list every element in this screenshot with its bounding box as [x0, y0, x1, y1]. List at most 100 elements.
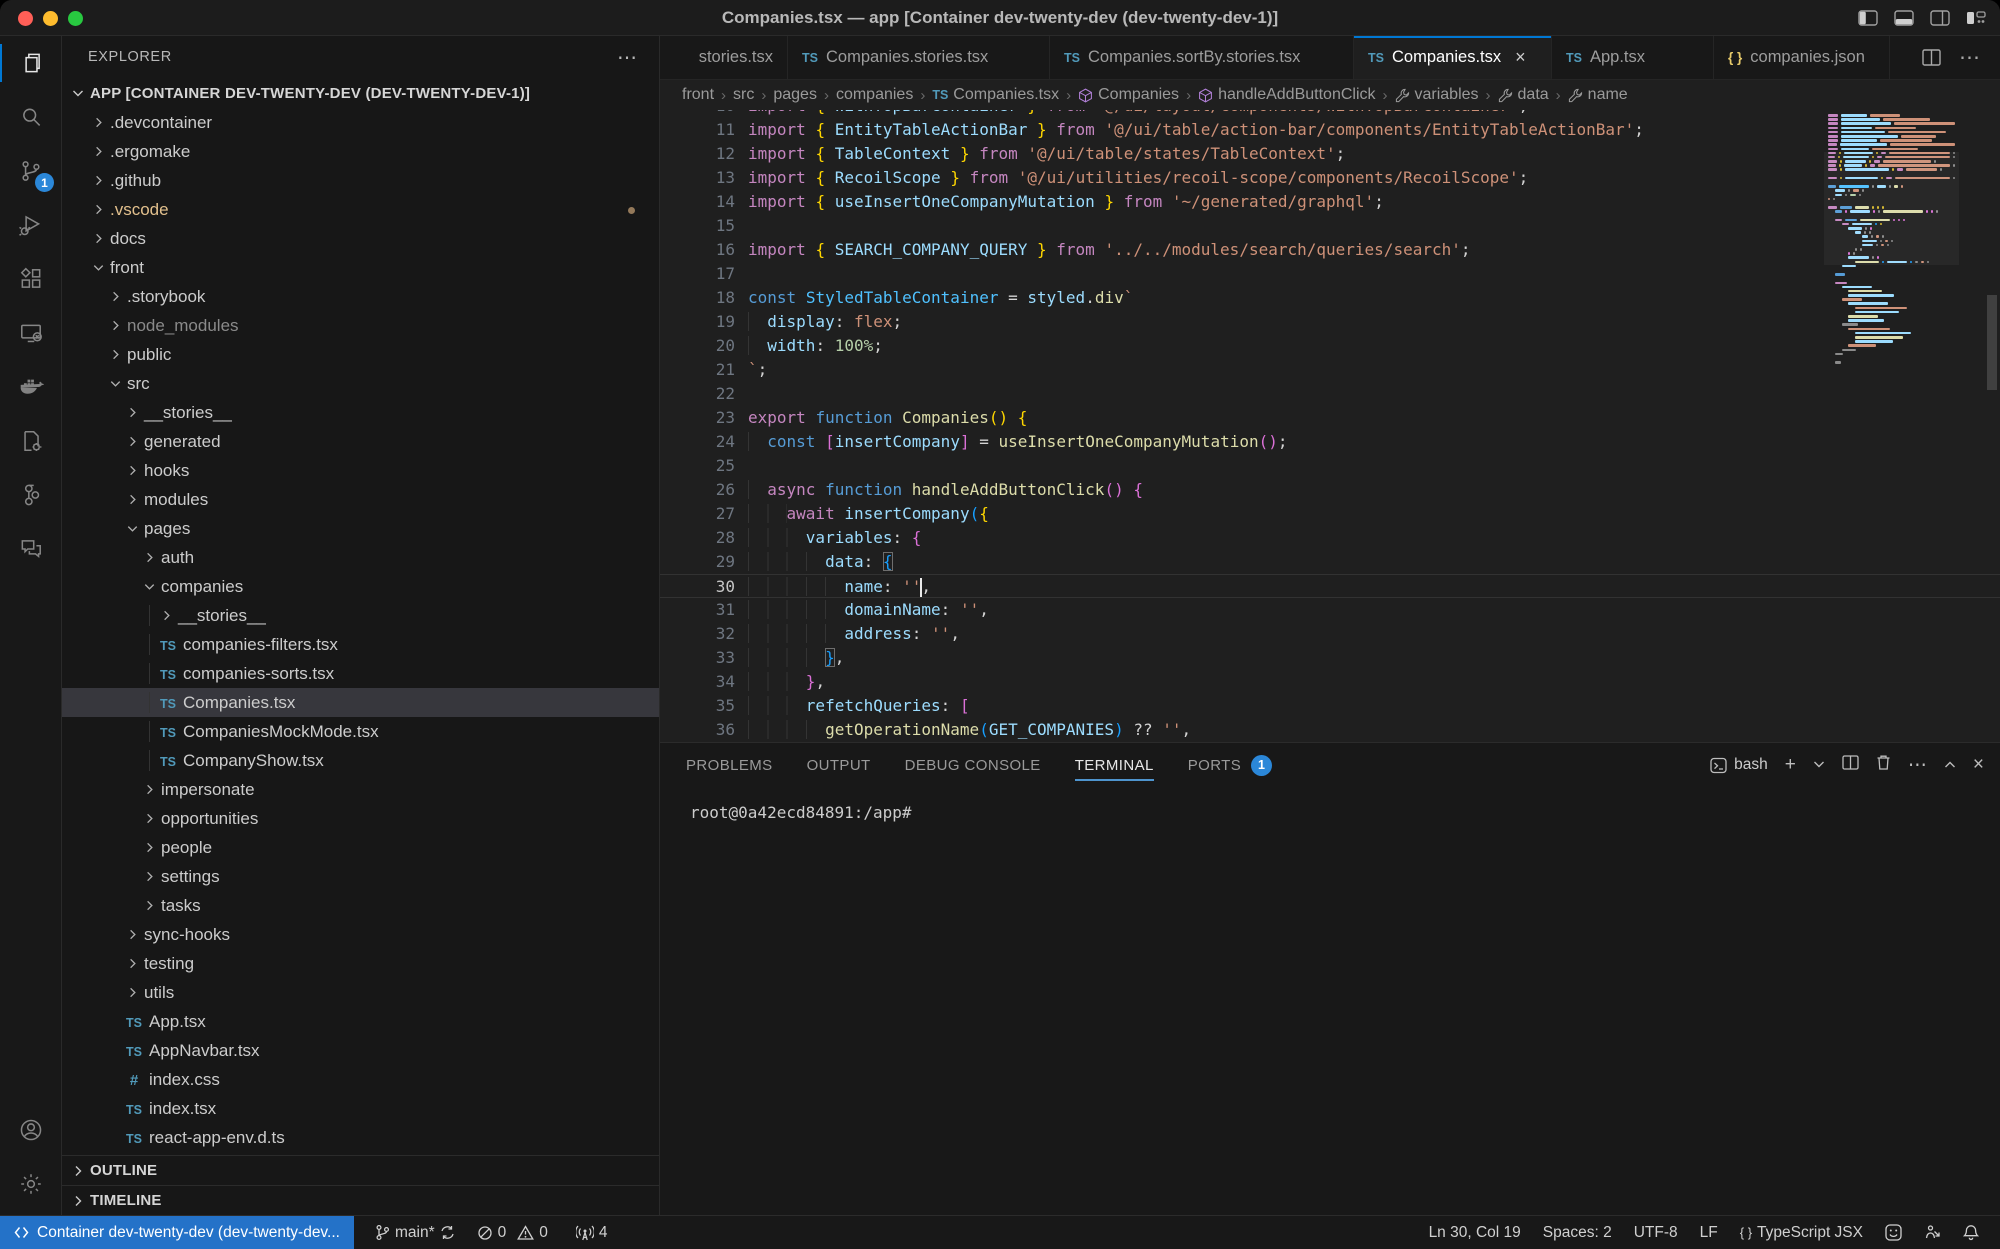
tree-folder-companies[interactable]: companies: [62, 572, 659, 601]
code-line-18[interactable]: 18const StyledTableContainer = styled.di…: [660, 286, 2000, 310]
language-mode[interactable]: { }TypeScript JSX: [1729, 1224, 1874, 1242]
toggle-panel-icon[interactable]: [1894, 10, 1914, 26]
code-line-22[interactable]: 22: [660, 382, 2000, 406]
kill-terminal-icon[interactable]: [1876, 754, 1891, 776]
eol-sequence[interactable]: LF: [1689, 1224, 1729, 1242]
tab-companies-sortby-stories-tsx[interactable]: TSCompanies.sortBy.stories.tsx: [1050, 36, 1354, 79]
feedback-smiley-icon[interactable]: [1874, 1224, 1913, 1241]
comments-icon[interactable]: [0, 522, 62, 576]
source-control-icon[interactable]: 1: [0, 144, 62, 198]
ports-status[interactable]: 4: [565, 1216, 619, 1249]
tree-file-companiesmockmode-tsx[interactable]: TSCompaniesMockMode.tsx: [62, 717, 659, 746]
breadcrumb-item-pages[interactable]: pages: [773, 86, 817, 104]
tree-file-appnavbar-tsx[interactable]: TSAppNavbar.tsx: [62, 1036, 659, 1065]
code-line-36[interactable]: 36 getOperationName(GET_COMPANIES) ?? ''…: [660, 718, 2000, 742]
tree-folder-utils[interactable]: utils: [62, 978, 659, 1007]
code-line-12[interactable]: 12import { TableContext } from '@/ui/tab…: [660, 142, 2000, 166]
split-terminal-icon[interactable]: [1842, 755, 1859, 775]
tree-folder-pages[interactable]: pages: [62, 514, 659, 543]
minimize-window-button[interactable]: [43, 11, 58, 26]
settings-gear-icon[interactable]: [0, 1157, 62, 1211]
tree-file-companyshow-tsx[interactable]: TSCompanyShow.tsx: [62, 746, 659, 775]
tree-folder-generated[interactable]: generated: [62, 427, 659, 456]
file-gear-icon[interactable]: [0, 414, 62, 468]
code-line-31[interactable]: 31 domainName: '',: [660, 598, 2000, 622]
minimap[interactable]: [1828, 114, 1955, 369]
code-line-11[interactable]: 11import { EntityTableActionBar } from '…: [660, 118, 2000, 142]
tree-folder-impersonate[interactable]: impersonate: [62, 775, 659, 804]
tab-companies-json[interactable]: { }companies.json: [1714, 36, 1890, 79]
terminal-shell-chip[interactable]: bash: [1710, 756, 1768, 774]
zoom-window-button[interactable]: [68, 11, 83, 26]
code-line-24[interactable]: 24 const [insertCompany] = useInsertOneC…: [660, 430, 2000, 454]
remote-indicator[interactable]: Container dev-twenty-dev (dev-twenty-dev…: [0, 1216, 354, 1249]
editor-scrollbar[interactable]: [1987, 295, 1997, 390]
customize-layout-icon[interactable]: [1966, 10, 1986, 26]
breadcrumb-item-companies-tsx[interactable]: TSCompanies.tsx: [932, 86, 1059, 104]
tree-folder-sync-hooks[interactable]: sync-hooks: [62, 920, 659, 949]
toggle-secondary-sidebar-icon[interactable]: [1930, 10, 1950, 26]
panel-tab-debug-console[interactable]: DEBUG CONSOLE: [905, 743, 1041, 787]
panel-tab-terminal[interactable]: TERMINAL: [1075, 743, 1154, 787]
code-line-23[interactable]: 23export function Companies() {: [660, 406, 2000, 430]
tree-file-companies-tsx[interactable]: TSCompanies.tsx: [62, 688, 659, 717]
tree-folder-node-modules[interactable]: node_modules: [62, 311, 659, 340]
code-editor[interactable]: 10import { WithTopBarContainer } from '@…: [660, 110, 2000, 742]
tree-folder-modules[interactable]: modules: [62, 485, 659, 514]
tree-folder-docs[interactable]: docs: [62, 224, 659, 253]
code-line-25[interactable]: 25: [660, 454, 2000, 478]
terminal-dropdown-icon[interactable]: [1813, 756, 1825, 774]
toggle-sidebar-icon[interactable]: [1858, 10, 1878, 26]
breadcrumb-item-handleaddbuttonclick[interactable]: handleAddButtonClick: [1198, 86, 1375, 104]
code-line-16[interactable]: 16import { SEARCH_COMPANY_QUERY } from '…: [660, 238, 2000, 262]
tab-stories-tsx[interactable]: stories.tsx: [660, 36, 788, 79]
code-line-35[interactable]: 35 refetchQueries: [: [660, 694, 2000, 718]
workspace-section-header[interactable]: APP [CONTAINER DEV-TWENTY-DEV (DEV-TWENT…: [62, 78, 659, 108]
terminal-output[interactable]: root@0a42ecd84891:/app#: [660, 787, 2000, 1215]
code-line-20[interactable]: 20 width: 100%;: [660, 334, 2000, 358]
code-line-32[interactable]: 32 address: '',: [660, 622, 2000, 646]
code-line-10[interactable]: 10import { WithTopBarContainer } from '@…: [660, 110, 2000, 118]
notifications-bell-icon[interactable]: [1952, 1224, 1990, 1241]
panel-tab-output[interactable]: OUTPUT: [807, 743, 871, 787]
editor-more-actions-icon[interactable]: ⋯: [1959, 45, 1982, 70]
split-editor-icon[interactable]: [1922, 49, 1941, 66]
tree-folder-tasks[interactable]: tasks: [62, 891, 659, 920]
tree-folder-settings[interactable]: settings: [62, 862, 659, 891]
accessibility-icon[interactable]: [1913, 1224, 1952, 1241]
figma-icon[interactable]: [0, 468, 62, 522]
code-line-14[interactable]: 14import { useInsertOneCompanyMutation }…: [660, 190, 2000, 214]
close-panel-icon[interactable]: ×: [1973, 754, 1984, 776]
tab-app-tsx[interactable]: TSApp.tsx: [1552, 36, 1714, 79]
tree-folder--storybook[interactable]: .storybook: [62, 282, 659, 311]
tree-folder-opportunities[interactable]: opportunities: [62, 804, 659, 833]
tree-folder--stories-[interactable]: __stories__: [62, 398, 659, 427]
indentation[interactable]: Spaces: 2: [1532, 1224, 1623, 1242]
search-icon[interactable]: [0, 90, 62, 144]
remote-explorer-icon[interactable]: [0, 306, 62, 360]
explorer-more-actions-icon[interactable]: ⋯: [617, 45, 643, 70]
extensions-icon[interactable]: [0, 252, 62, 306]
breadcrumb-item-name[interactable]: name: [1568, 86, 1628, 104]
timeline-section[interactable]: TIMELINE: [62, 1185, 659, 1215]
tab-companies-stories-tsx[interactable]: TSCompanies.stories.tsx: [788, 36, 1050, 79]
tree-folder--github[interactable]: .github: [62, 166, 659, 195]
code-line-29[interactable]: 29 data: {: [660, 550, 2000, 574]
tree-folder--stories-[interactable]: __stories__: [62, 601, 659, 630]
tree-file-react-app-env-d-ts[interactable]: TSreact-app-env.d.ts: [62, 1123, 659, 1152]
tree-folder-people[interactable]: people: [62, 833, 659, 862]
tree-folder-src[interactable]: src: [62, 369, 659, 398]
minimap-viewport[interactable]: [1824, 152, 1959, 265]
tree-folder--devcontainer[interactable]: .devcontainer: [62, 108, 659, 137]
code-line-21[interactable]: 21`;: [660, 358, 2000, 382]
panel-tab-ports[interactable]: PORTS1: [1188, 743, 1272, 787]
explorer-icon[interactable]: [0, 36, 62, 90]
tab-companies-tsx[interactable]: TSCompanies.tsx×: [1354, 36, 1552, 79]
code-line-13[interactable]: 13import { RecoilScope } from '@/ui/util…: [660, 166, 2000, 190]
outline-section[interactable]: OUTLINE: [62, 1155, 659, 1185]
account-icon[interactable]: [0, 1103, 62, 1157]
tree-file-index-css[interactable]: #index.css: [62, 1065, 659, 1094]
tree-folder--ergomake[interactable]: .ergomake: [62, 137, 659, 166]
code-line-33[interactable]: 33 },: [660, 646, 2000, 670]
breadcrumb-item-src[interactable]: src: [733, 86, 754, 104]
